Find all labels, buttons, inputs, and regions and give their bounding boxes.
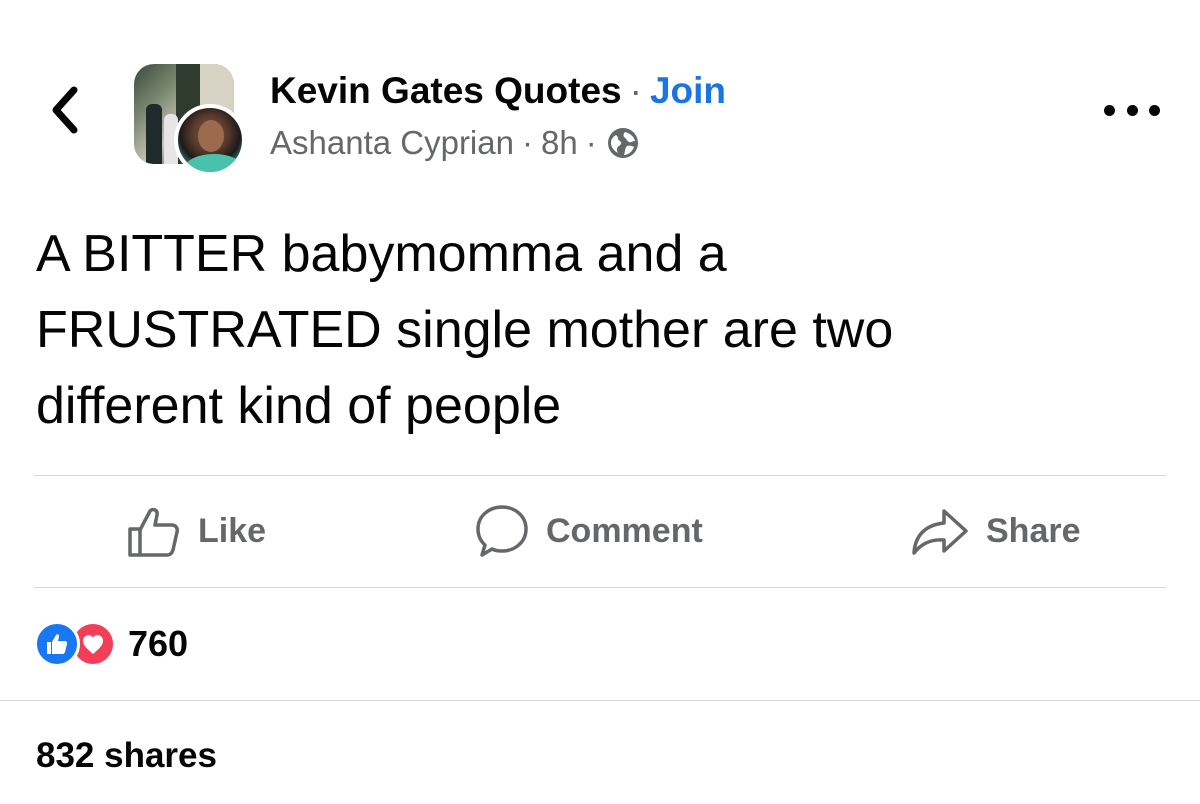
comment-button[interactable]: Comment	[474, 500, 703, 562]
comment-bubble-icon	[476, 505, 528, 557]
like-button[interactable]: Like	[126, 500, 266, 562]
separator: ·	[521, 124, 533, 161]
post-text: A BITTER babymomma and a FRUSTRATED sing…	[36, 216, 1156, 444]
like-reaction-icon	[34, 621, 80, 667]
separator: ·	[585, 124, 597, 161]
author-avatar[interactable]	[174, 104, 246, 176]
more-options-button[interactable]	[1104, 96, 1160, 124]
share-button[interactable]: Share	[910, 500, 1081, 562]
divider	[34, 475, 1166, 476]
join-button[interactable]: Join	[650, 70, 726, 111]
post-text-line: different kind of people	[36, 377, 562, 435]
globe-icon	[607, 128, 638, 158]
more-dot	[1149, 104, 1160, 116]
post-meta: Ashanta Cyprian · 8h ·	[270, 124, 639, 162]
reaction-count: 760	[128, 623, 189, 664]
comment-label: Comment	[546, 511, 703, 550]
more-dot	[1104, 104, 1115, 116]
back-button[interactable]	[44, 82, 84, 138]
group-name[interactable]: Kevin Gates Quotes	[270, 70, 622, 111]
divider	[0, 700, 1200, 701]
post-text-line: FRUSTRATED single mother are two	[36, 301, 894, 359]
group-title-line: Kevin Gates Quotes · Join	[270, 70, 726, 112]
post-time[interactable]: 8h	[541, 124, 578, 162]
shares-count[interactable]: 832 shares	[36, 736, 217, 776]
chevron-left-icon	[52, 86, 78, 134]
post-text-line: A BITTER babymomma and a	[36, 225, 727, 283]
more-dot	[1126, 104, 1138, 116]
author-name[interactable]: Ashanta Cyprian	[270, 124, 514, 162]
thumbs-up-icon	[128, 507, 179, 557]
separator: ·	[629, 70, 642, 111]
reactions-summary[interactable]: 760	[34, 621, 189, 667]
share-arrow-icon	[912, 509, 968, 555]
like-label: Like	[198, 511, 267, 550]
avatar-stack[interactable]	[134, 64, 246, 176]
share-label: Share	[986, 511, 1081, 550]
divider	[34, 587, 1166, 588]
